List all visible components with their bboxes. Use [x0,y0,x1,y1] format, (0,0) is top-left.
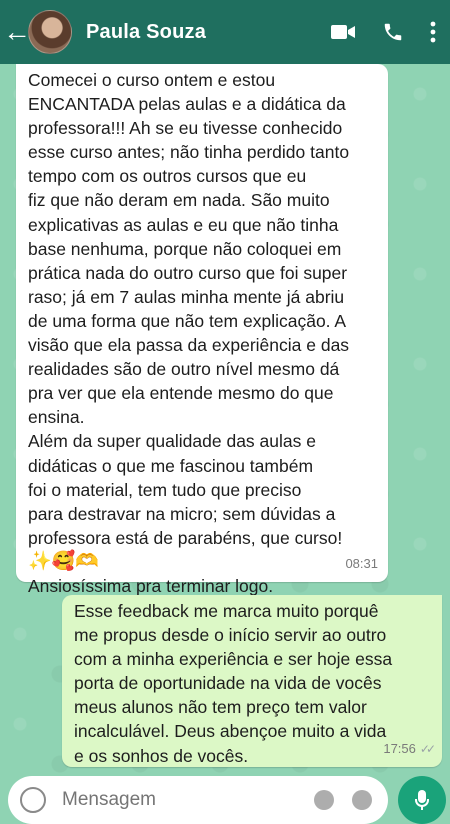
message-text-line: me propus desde o início servir ao outro [74,625,387,646]
composer-actions [314,790,372,810]
message-text-line: prática nada do outro curso que foi supe… [28,262,348,283]
message-timestamp: 17:56 ✓✓ [383,737,436,761]
message-timestamp: 08:31 [345,552,378,576]
message-text-line: Comecei o curso ontem e estou [28,70,276,90]
outgoing-message-bubble[interactable]: Esse feedback me marca muito porquê me p… [62,595,442,767]
message-text-line: com a minha experiência e ser hoje essa [74,649,393,670]
outgoing-time: 17:56 [383,740,416,756]
message-text-line: fiz que não deram em nada. São muito [28,190,330,211]
message-text-line: Esse feedback me marca muito porquê [74,601,379,621]
contact-name[interactable]: Paula Souza [86,21,206,44]
double-check-icon: ✓✓ [419,741,436,756]
message-text-line: ENCANTADA pelas aulas e a didática da [28,94,346,115]
phone-icon[interactable] [382,21,404,43]
message-text-line: esse curso antes; não tinha perdido tant… [28,142,350,163]
message-text-line: Além da super qualidade das aulas e [28,431,316,452]
message-text-line: para destravar na micro; sem dúvidas a [28,503,336,524]
incoming-time: 08:31 [345,555,378,571]
emoji-icon[interactable] [20,787,46,813]
message-text-line: e os sonhos de vocês. [74,745,249,766]
incoming-message-bubble[interactable]: Comecei o curso ontem e estou ENCANTADA … [16,64,388,596]
message-text-line: meus alunos não tem preço tem valor [74,697,367,718]
chat-header: ← Paula Souza [0,0,450,64]
message-text-line: raso; já em 7 aulas minha mente já abriu [28,286,345,307]
message-text-line: professora!!! Ah se eu tivesse conhecido [28,118,343,139]
header-actions [330,21,436,43]
message-text-line: realidades são de outro nível mesmo dá [28,359,340,380]
attach-icon[interactable] [314,790,334,810]
message-emojis: ✨🥰🫶 [28,550,99,572]
video-call-icon[interactable] [330,23,356,41]
message-text-line: ensina. [28,407,85,428]
message-text-line: professora está de parabéns, que curso! [28,527,343,548]
message-text-line: base nenhuma, porque não coloquei em [28,238,342,259]
camera-icon[interactable] [352,790,372,810]
message-input[interactable] [60,788,244,812]
message-text-line: porta de oportunidade na vida de vocês [74,673,382,694]
message-text-line: de uma forma que não tem explicação. A [28,310,347,331]
message-text-line: incalculável. Deus abençoe muito a vida [74,721,387,742]
message-text-line: visão que ela passa da experiência e das [28,335,350,356]
more-vertical-icon[interactable] [430,21,436,43]
message-text-line: foi o material, tem tudo que preciso [28,479,302,500]
message-composer [8,776,388,824]
mic-icon [415,790,429,810]
message-text-line: explicativas as aulas e eu que não tinha [28,214,339,235]
message-text-line: didáticas o que me fascinou também [28,455,314,476]
mic-button[interactable] [398,776,446,824]
message-text-line: tempo com os outros cursos que eu [28,166,307,187]
avatar[interactable] [28,10,72,54]
message-text-line: pra ver que ela entende mesmo do que [28,383,334,404]
